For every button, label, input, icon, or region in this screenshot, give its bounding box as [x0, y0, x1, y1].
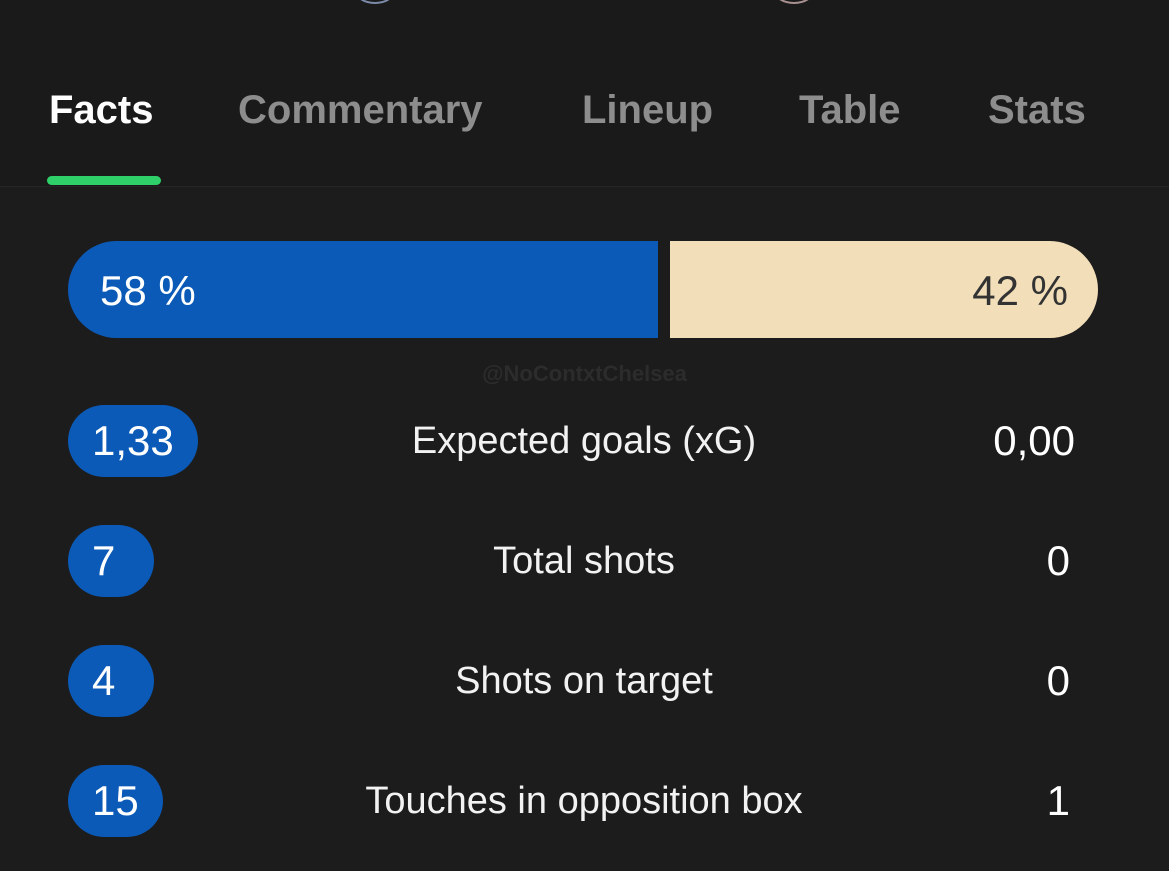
stat-row-touches-opposition-box: 15 Touches in opposition box 1 [0, 765, 1169, 837]
stat-row-expected-goals: 1,33 Expected goals (xG) 0,00 [0, 405, 1169, 477]
stat-label: Touches in opposition box [365, 780, 803, 822]
match-facts-screen: Facts Commentary Lineup Table Stats 58 %… [0, 0, 1169, 871]
tab-facts[interactable]: Facts [49, 88, 154, 133]
tab-table[interactable]: Table [799, 88, 901, 133]
possession-home-value: 58 % [100, 267, 196, 314]
stat-home-value: 7 [68, 525, 154, 597]
possession-away-value: 42 % [972, 267, 1068, 314]
stat-away-value: 1 [1046, 777, 1070, 824]
tab-lineup[interactable]: Lineup [582, 88, 713, 133]
stat-row-total-shots: 7 Total shots 0 [0, 525, 1169, 597]
tab-stats[interactable]: Stats [988, 88, 1086, 133]
stat-away-value: 0,00 [993, 417, 1075, 464]
home-team-crest [355, 0, 395, 4]
active-tab-indicator [47, 176, 161, 185]
stat-away-value: 0 [1046, 657, 1070, 704]
away-team-crest [774, 0, 814, 4]
stat-away-value: 0 [1046, 537, 1070, 584]
possession-bar: 58 % 42 % [68, 241, 1098, 338]
stat-home-value: 15 [68, 765, 163, 837]
possession-away-segment: 42 % [670, 241, 1098, 338]
stat-home-value: 1,33 [68, 405, 198, 477]
stat-row-shots-on-target: 4 Shots on target 0 [0, 645, 1169, 717]
stat-label: Expected goals (xG) [411, 420, 757, 462]
stat-home-value: 4 [68, 645, 154, 717]
possession-home-segment: 58 % [68, 241, 658, 338]
stat-label: Total shots [493, 540, 675, 582]
tab-bar: Facts Commentary Lineup Table Stats [0, 0, 1169, 187]
tab-commentary[interactable]: Commentary [238, 88, 483, 133]
watermark: @NoContxtChelsea [482, 361, 687, 386]
stat-label: Shots on target [455, 660, 713, 702]
